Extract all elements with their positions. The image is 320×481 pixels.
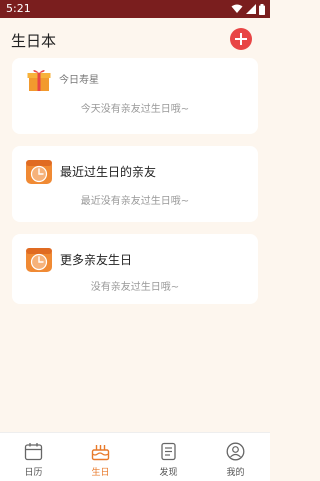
page-title: 生日本 [11, 32, 57, 50]
clock-icon [26, 248, 52, 272]
user-icon [226, 442, 245, 461]
calendar-icon [24, 443, 43, 461]
tab-calendar[interactable]: 日历 [0, 433, 67, 481]
empty-message: 最近没有亲友过生日哦~ [80, 196, 190, 207]
wifi-icon [231, 4, 243, 13]
empty-message: 没有亲友过生日哦~ [90, 282, 180, 293]
tab-profile[interactable]: 我的 [202, 433, 269, 481]
tab-label: 发现 [159, 468, 178, 478]
more-birthday-card[interactable]: 更多亲友生日 没有亲友过生日哦~ [12, 234, 258, 304]
battery-icon [259, 3, 265, 15]
recent-birthday-card[interactable]: 最近过生日的亲友 最近没有亲友过生日哦~ [12, 146, 258, 222]
tab-birthday[interactable]: 生日 [67, 433, 134, 481]
tab-discover[interactable]: 发现 [135, 433, 202, 481]
bottom-tab-bar: 日历 生日 发现 我的 [0, 432, 270, 481]
clock-icon [26, 160, 52, 184]
empty-message: 今天没有亲友过生日哦~ [80, 104, 190, 115]
card-label: 最近过生日的亲友 [60, 165, 157, 179]
add-birthday-button[interactable] [230, 28, 252, 50]
status-icons [231, 3, 265, 15]
card-label: 更多亲友生日 [60, 253, 133, 267]
status-time: 5:21 [6, 2, 31, 15]
card-label: 今日寿星 [59, 75, 99, 86]
plus-icon [235, 33, 247, 45]
tab-label: 生日 [91, 468, 110, 478]
gift-icon [27, 70, 51, 91]
status-bar: 5:21 [0, 0, 270, 18]
today-birthday-card[interactable]: 今日寿星 今天没有亲友过生日哦~ [12, 58, 258, 134]
tab-label: 日历 [24, 468, 43, 478]
cake-icon [91, 445, 110, 461]
tab-label: 我的 [226, 468, 245, 478]
signal-icon [246, 4, 256, 14]
document-icon [161, 442, 176, 461]
